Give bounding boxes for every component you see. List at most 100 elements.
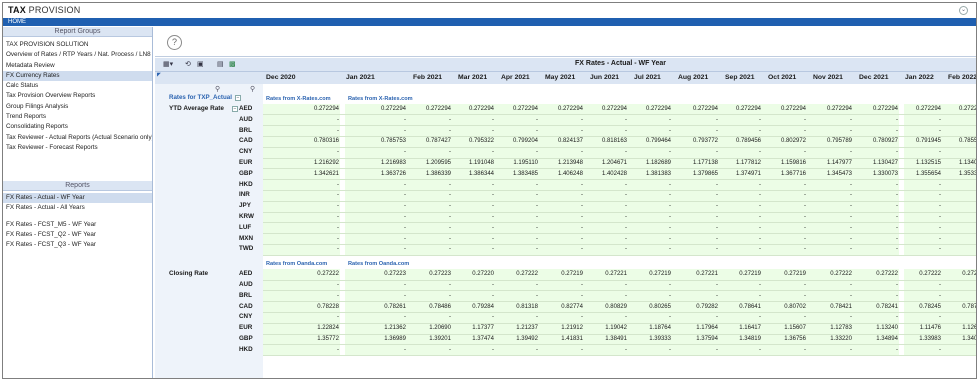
rate-cell: - <box>337 235 339 242</box>
rate-cell: - <box>492 235 494 242</box>
currency-label: GBP <box>239 169 253 177</box>
rate-cell: - <box>581 224 583 231</box>
rate-cell: 1.41831 <box>561 336 583 342</box>
rate-cell: - <box>804 224 806 231</box>
report-item[interactable]: FX Rates - Actual - All Years <box>3 203 152 213</box>
rate-cell: 0.785574 <box>958 138 977 145</box>
rate-cell: - <box>337 214 339 220</box>
rate-cell: - <box>625 346 627 353</box>
rate-cell: 0.27220 <box>472 271 494 278</box>
report-group-item[interactable]: FX Currency Rates <box>3 70 152 82</box>
rate-cell: - <box>716 149 718 156</box>
currency-label: JPY <box>239 202 251 210</box>
source-label: Rates from Oanda.com <box>266 261 328 268</box>
currency-label: GBP <box>239 335 253 342</box>
rate-cell: 0.81318 <box>516 303 538 310</box>
rate-cell: - <box>945 312 976 322</box>
report-item[interactable]: FX Rates - Actual - WF Year <box>3 193 152 204</box>
rate-cell: - <box>939 192 941 199</box>
rate-cell: - <box>759 224 761 231</box>
rate-cell: 0.82774 <box>561 303 583 310</box>
report-group-item[interactable]: Calc Status <box>3 81 152 91</box>
rate-cell: - <box>337 203 339 210</box>
report-group-item[interactable]: Group Filings Analysis <box>3 102 152 112</box>
rate-cell: - <box>449 246 451 253</box>
report-item[interactable]: FX Rates - FCST_Q3 - WF Year <box>3 240 152 250</box>
refresh-icon[interactable]: ⟲ <box>185 61 191 69</box>
home-tab[interactable]: HOME <box>8 18 26 26</box>
rate-cell: 0.27221 <box>605 271 627 278</box>
report-group-item[interactable]: Metadata Review <box>3 61 152 71</box>
section-label: Closing Rate <box>169 270 209 278</box>
save-icon[interactable]: ▣ <box>197 61 204 69</box>
rate-cell: 1.17377 <box>472 325 494 332</box>
collapse-toggle[interactable]: − <box>232 106 238 112</box>
rate-cell: - <box>716 346 718 353</box>
rate-cell: - <box>404 149 406 156</box>
pdf-icon[interactable]: ▤ <box>217 61 224 69</box>
report-group-item[interactable]: Consolidating Reports <box>3 122 152 132</box>
rate-cell: 0.272294 <box>735 106 761 112</box>
report-group-item[interactable]: Trend Reports <box>3 112 152 122</box>
report-item[interactable]: FX Rates - FCST_M5 - WF Year <box>3 220 152 230</box>
column-header: Mar 2021 <box>458 74 488 81</box>
excel-icon[interactable]: ▩ <box>229 61 236 69</box>
grid-view-icon[interactable]: ▦▾ <box>163 61 173 69</box>
rate-cell: 0.818163 <box>601 138 627 145</box>
rate-cell: - <box>716 127 718 134</box>
rate-cell: - <box>945 190 976 200</box>
rate-cell: - <box>896 127 898 134</box>
window-menu-icon[interactable]: ⌄ <box>959 6 968 15</box>
rate-cell: - <box>669 224 671 231</box>
rate-cell: 1.355654 <box>915 170 941 177</box>
help-icon[interactable]: ? <box>167 35 182 50</box>
rate-cell: - <box>804 214 806 220</box>
rate-cell: - <box>581 149 583 156</box>
rate-cell: 0.799204 <box>512 138 538 145</box>
rate-cell: 1.402428 <box>601 170 627 177</box>
rate-cell: - <box>404 203 406 210</box>
rate-cell: 0.272294 <box>557 106 583 112</box>
rate-cell: - <box>669 214 671 220</box>
filter-icon[interactable]: ⚲ <box>250 85 255 93</box>
rate-cell: 0.795322 <box>468 138 494 145</box>
report-group-item[interactable]: Tax Reviewer - Forecast Reports <box>3 143 152 153</box>
rate-cell: - <box>449 346 451 353</box>
rate-cell: - <box>536 181 538 188</box>
rate-cell: 0.799464 <box>645 138 671 145</box>
rate-cell: - <box>716 314 718 321</box>
rate-cell: 1.21912 <box>561 325 583 332</box>
rate-cell: - <box>669 116 671 123</box>
currency-label: INR <box>239 191 250 199</box>
rate-cell: - <box>669 346 671 353</box>
rate-cell: - <box>404 224 406 231</box>
report-group-item[interactable]: Tax Provision Overview Reports <box>3 91 152 101</box>
report-group-item[interactable]: Tax Reviewer - Actual Reports (Actual Sc… <box>3 133 152 143</box>
report-group-item[interactable]: TAX PROVISION SOLUTION <box>3 40 152 50</box>
report-group-item[interactable]: Overview of Rates / RTP Years / Nat. Pro… <box>3 50 152 60</box>
report-item[interactable]: FX Rates - FCST_Q2 - WF Year <box>3 230 152 240</box>
rate-cell: 0.780927 <box>872 138 898 145</box>
rate-cell: - <box>945 115 976 125</box>
rate-cell: - <box>896 346 898 353</box>
collapse-toggle[interactable]: − <box>235 95 241 101</box>
rate-cell: 1.342621 <box>313 170 339 177</box>
rate-cell: - <box>896 214 898 220</box>
column-header: Dec 2021 <box>859 74 889 81</box>
rate-cell: 0.272294 <box>915 106 941 112</box>
rate-cell: - <box>492 214 494 220</box>
rate-cell: 0.79284 <box>472 303 494 310</box>
rate-cell: - <box>536 214 538 220</box>
rate-cell: - <box>492 116 494 123</box>
rate-cell: - <box>850 224 852 231</box>
rate-cell: - <box>625 214 627 220</box>
collapse-toggle-icon[interactable]: ◤ <box>157 72 161 78</box>
rate-cell: 0.27223 <box>429 271 451 278</box>
filter-icon[interactable]: ⚲ <box>215 85 220 93</box>
rate-cell: 1.216292 <box>313 160 339 166</box>
title-bar: TAX PROVISION ⌄ <box>3 3 976 18</box>
rate-cell: - <box>804 292 806 299</box>
rate-cell: - <box>404 127 406 134</box>
rate-cell: - <box>759 192 761 199</box>
report-groups-header: Report Groups <box>3 27 152 37</box>
